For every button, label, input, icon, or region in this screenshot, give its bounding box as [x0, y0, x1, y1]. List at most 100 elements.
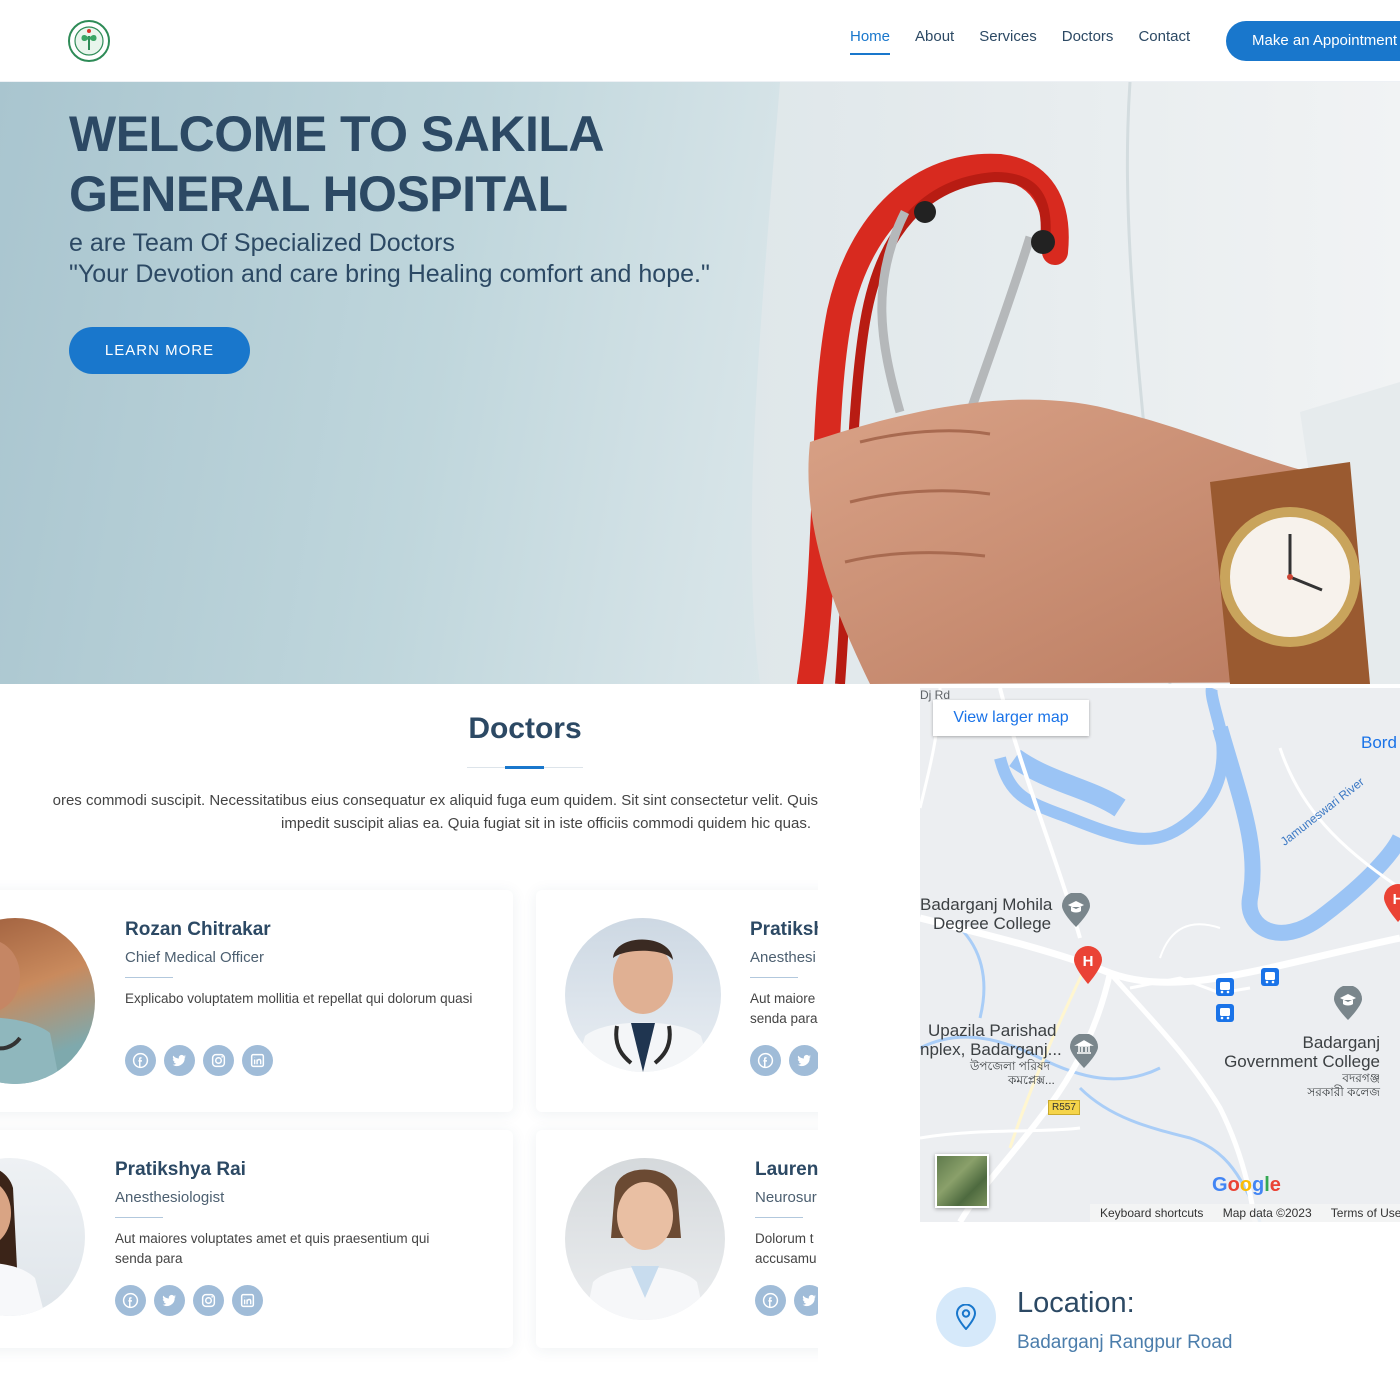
google-logo: Google: [1212, 1174, 1281, 1196]
map-label-line: Degree College: [933, 914, 1052, 933]
hero-subtitle-line2: "Your Devotion and care bring Healing co…: [69, 260, 710, 288]
doctor-photo: [0, 1158, 85, 1316]
government-pin-icon[interactable]: [1070, 1034, 1098, 1068]
doctor-description: Aut maiores voluptates amet et quis prae…: [115, 1231, 430, 1266]
keyboard-shortcuts-link[interactable]: Keyboard shortcuts: [1100, 1206, 1203, 1220]
location-address: Badarganj Rangpur Road: [1017, 1332, 1233, 1353]
doctor-name: Pratiksh: [750, 919, 818, 940]
doctor-name: Pratikshya Rai: [115, 1159, 246, 1180]
section-description: ores commodi suscipit. Necessitatibus ei…: [0, 789, 818, 835]
doctor-role: Chief Medical Officer: [125, 949, 264, 966]
map-label: Bord: [1361, 733, 1397, 752]
facebook-icon[interactable]: [115, 1285, 146, 1316]
map-label: Badarganj Mohila Degree College: [920, 895, 1052, 933]
learn-more-button[interactable]: LEARN MORE: [69, 327, 250, 374]
map-label-line: সরকারী কলেজ: [1307, 1085, 1380, 1099]
doctor-photo: [565, 1158, 725, 1320]
map-label-line: কমপ্লেক্স...: [1008, 1073, 1055, 1087]
doctor-photo: [565, 918, 721, 1072]
twitter-icon[interactable]: [164, 1045, 195, 1076]
logo-icon[interactable]: [68, 20, 110, 62]
map-label: Badarganj Government College বদরগঞ্জ সরক…: [1208, 1033, 1380, 1099]
facebook-icon[interactable]: [125, 1045, 156, 1076]
section-title: Doctors: [468, 712, 582, 745]
satellite-toggle[interactable]: [935, 1154, 989, 1208]
doctor-description: Explicabo voluptatem mollitia et repella…: [125, 991, 473, 1006]
section-description-line1: ores commodi suscipit. Necessitatibus ei…: [52, 792, 818, 809]
school-pin-icon[interactable]: [1062, 893, 1090, 927]
road-badge: R557: [1048, 1100, 1080, 1115]
embedded-map[interactable]: Dj Rd Bord Jamuneswari River Badarganj M…: [920, 688, 1400, 1222]
doctor-divider: [115, 1217, 163, 1218]
site-header: Home About Services Doctors Contact Make…: [0, 0, 1400, 82]
bus-stop-icon[interactable]: [1216, 978, 1234, 996]
doctor-role: Anesthesiologist: [115, 1189, 225, 1206]
linkedin-icon[interactable]: [242, 1045, 273, 1076]
map-label-line: nplex, Badarganj...: [920, 1040, 1062, 1059]
doctors-section: Doctors ores commodi suscipit. Necessita…: [0, 684, 818, 1400]
hero-title: WELCOME TO SAKILA GENERAL HOSPITAL: [69, 104, 605, 224]
doctor-divider: [755, 1217, 803, 1218]
doctor-role: Neurosur: [755, 1189, 817, 1206]
hero-section: WELCOME TO SAKILA GENERAL HOSPITAL e are…: [0, 82, 1400, 684]
doctor-photo: [0, 918, 95, 1084]
doctor-divider: [750, 977, 798, 978]
nav-about[interactable]: About: [915, 28, 954, 55]
hospital-pin-icon[interactable]: H: [1384, 884, 1400, 922]
appointment-button[interactable]: Make an Appointment: [1226, 21, 1400, 61]
school-pin-icon[interactable]: [1334, 986, 1362, 1020]
terms-link[interactable]: Terms of Use: [1331, 1206, 1400, 1220]
doctor-name: Rozan Chitrakar: [125, 919, 271, 940]
hero-title-line2: GENERAL HOSPITAL: [69, 166, 568, 222]
social-links: [115, 1285, 271, 1316]
twitter-icon[interactable]: [789, 1045, 818, 1076]
map-canvas[interactable]: [920, 688, 1400, 1222]
svg-text:H: H: [1083, 953, 1094, 970]
instagram-icon[interactable]: [193, 1285, 224, 1316]
map-data-text: Map data ©2023: [1222, 1206, 1312, 1220]
linkedin-icon[interactable]: [232, 1285, 263, 1316]
doctor-role: Anesthesi: [750, 949, 816, 966]
map-label-line: উপজেলা পরিষদ: [970, 1059, 1050, 1073]
map-label-line: Badarganj Mohila: [920, 895, 1053, 914]
section-divider-accent: [505, 766, 544, 769]
facebook-icon[interactable]: [755, 1285, 786, 1316]
facebook-icon[interactable]: [750, 1045, 781, 1076]
location-title: Location:: [1017, 1287, 1135, 1319]
doctor-card: Rozan Chitrakar Chief Medical Officer Ex…: [0, 890, 513, 1112]
main-nav: Home About Services Doctors Contact: [850, 28, 1215, 55]
nav-home[interactable]: Home: [850, 28, 891, 55]
nav-doctors[interactable]: Doctors: [1062, 28, 1114, 55]
svg-text:H: H: [1393, 891, 1400, 908]
nav-services[interactable]: Services: [979, 28, 1037, 55]
doctor-divider: [125, 977, 173, 978]
hero-title-line1: WELCOME TO SAKILA: [69, 106, 605, 162]
map-label-line: বদরগঞ্জ: [1342, 1071, 1380, 1085]
section-description-line2: impedit suscipit alias ea. Quia fugiat s…: [281, 815, 811, 832]
map-footer: Keyboard shortcuts Map data ©2023 Terms …: [1090, 1204, 1400, 1222]
doctor-card: Lauren Neurosur Dolorum t accusamu: [536, 1130, 818, 1348]
doctor-description: Aut maiore senda para: [750, 991, 818, 1026]
hero-subtitle-line1: e are Team Of Specialized Doctors: [69, 229, 455, 257]
location-pin-icon: [936, 1287, 996, 1347]
doctor-name: Lauren: [755, 1159, 818, 1180]
hero-subtitle: e are Team Of Specialized Doctors "Your …: [69, 228, 710, 290]
social-links: [755, 1285, 818, 1316]
map-label-line: Upazila Parishad: [928, 1021, 1057, 1040]
bus-stop-icon[interactable]: [1261, 968, 1279, 986]
social-links: [125, 1045, 281, 1076]
doctor-description: Dolorum t accusamu: [755, 1231, 817, 1266]
map-label: Upazila Parishad nplex, Badarganj... উপজ…: [920, 1021, 1062, 1087]
social-links: [750, 1045, 818, 1076]
doctor-card: Pratikshya Rai Anesthesiologist Aut maio…: [0, 1130, 513, 1348]
doctor-card: Pratiksh Anesthesi Aut maiore senda para: [536, 890, 818, 1112]
instagram-icon[interactable]: [203, 1045, 234, 1076]
twitter-icon[interactable]: [794, 1285, 818, 1316]
map-label-line: Government College: [1224, 1052, 1380, 1071]
bus-stop-icon[interactable]: [1216, 1004, 1234, 1022]
map-label-line: Badarganj: [1302, 1033, 1380, 1052]
hospital-pin-icon[interactable]: H: [1074, 946, 1102, 984]
nav-contact[interactable]: Contact: [1138, 28, 1190, 55]
view-larger-map-link[interactable]: View larger map: [933, 700, 1089, 736]
twitter-icon[interactable]: [154, 1285, 185, 1316]
